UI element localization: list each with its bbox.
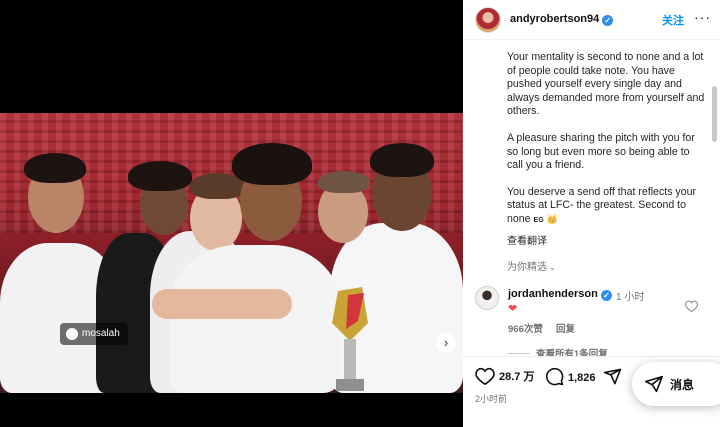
- comment-bubble-icon: [545, 367, 564, 386]
- photo-tag-label: mosalah: [82, 328, 120, 339]
- messages-button[interactable]: 消息: [632, 362, 720, 406]
- like-button[interactable]: 28.7 万: [475, 367, 535, 386]
- share-paper-plane-icon: [603, 368, 622, 385]
- heart-icon: [475, 367, 495, 386]
- share-button[interactable]: [603, 367, 626, 386]
- crown-emoji-icon: 👑: [546, 213, 558, 224]
- commenter-username-text: jordanhenderson: [508, 288, 598, 300]
- person-hair: [24, 153, 86, 183]
- chevron-down-icon: ⌄: [549, 263, 556, 272]
- commenter-avatar[interactable]: [475, 286, 499, 310]
- post-header: andyrobertson94 ✓ 关注 ···: [463, 0, 720, 40]
- comment-reply-button[interactable]: 回复: [556, 321, 575, 335]
- comment-likes-count[interactable]: 966次赞: [508, 321, 543, 335]
- replies-divider: [508, 353, 530, 354]
- person-hair: [232, 143, 312, 185]
- person-hair: [128, 161, 192, 191]
- caption-paragraph: Your mentality is second to none and a l…: [507, 51, 705, 118]
- comment-time: 1 小时: [616, 292, 645, 303]
- caption-initials: EG: [533, 216, 544, 224]
- see-translation-link[interactable]: 查看翻译: [507, 232, 547, 247]
- person-figure: [170, 245, 340, 393]
- caption-paragraph-final: You deserve a send off that reflects you…: [507, 186, 707, 228]
- author-avatar[interactable]: [475, 7, 501, 33]
- trophy-icon: [332, 287, 368, 391]
- post-photo[interactable]: mosalah ›: [0, 113, 463, 393]
- post-media: mosalah ›: [0, 0, 463, 427]
- next-slide-button[interactable]: ›: [436, 333, 456, 353]
- person-arm: [152, 289, 292, 319]
- comments-count: 1,826: [568, 372, 596, 384]
- comment-button[interactable]: 1,826: [545, 367, 596, 386]
- verified-icon: ✓: [602, 15, 614, 26]
- author-username[interactable]: andyrobertson94 ✓: [510, 13, 614, 26]
- caption-paragraph: A pleasure sharing the pitch with you fo…: [507, 131, 695, 172]
- panel-scrollbar[interactable]: [712, 86, 717, 142]
- comment-text: ❤: [508, 303, 518, 315]
- author-username-text: andyrobertson94: [510, 13, 600, 25]
- person-hair: [370, 143, 434, 177]
- commenter-username[interactable]: jordanhenderson ✓: [508, 288, 612, 301]
- paper-plane-icon: [644, 375, 663, 393]
- post-caption: Your mentality is second to none and a l…: [507, 51, 707, 228]
- comment-item: jordanhenderson ✓ 1 小时 ❤ 966次赞 回复 查看所有1条回…: [463, 280, 720, 360]
- follow-button[interactable]: 关注: [662, 12, 684, 28]
- photo-user-tag[interactable]: mosalah: [60, 323, 128, 345]
- posted-time: 2小时前: [475, 394, 508, 404]
- messages-label: 消息: [670, 378, 695, 392]
- user-tag-icon: [66, 328, 78, 340]
- comment-sort-label: 为你精选: [507, 262, 547, 273]
- comment-like-heart-icon[interactable]: [685, 300, 698, 312]
- verified-icon: ✓: [600, 290, 612, 301]
- likes-count: 28.7 万: [499, 371, 535, 383]
- comment-sort-dropdown[interactable]: 为你精选 ⌄: [507, 258, 556, 273]
- person-hair: [318, 171, 370, 193]
- more-options-icon[interactable]: ···: [694, 9, 711, 25]
